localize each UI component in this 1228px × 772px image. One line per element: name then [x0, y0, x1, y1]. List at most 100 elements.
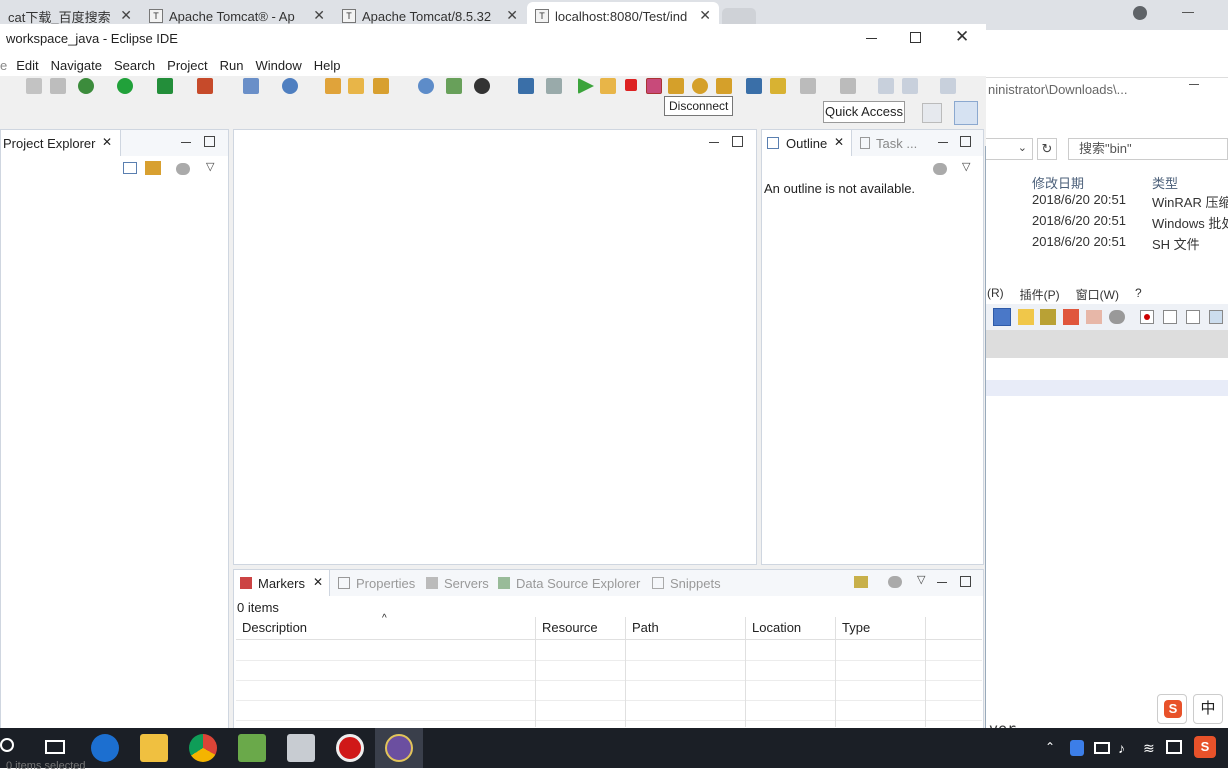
column-type[interactable]: 类型: [1152, 173, 1178, 192]
open-type-icon[interactable]: [325, 78, 341, 94]
use-step-filters-icon[interactable]: [770, 78, 786, 94]
tab-properties[interactable]: Properties: [338, 570, 420, 596]
refresh-icon[interactable]: ↻: [1037, 138, 1057, 160]
menu-item[interactable]: 窗口(W): [1076, 286, 1119, 306]
minimize-icon[interactable]: [938, 142, 948, 143]
maximize-icon[interactable]: [204, 136, 215, 147]
search-icon[interactable]: [0, 738, 14, 752]
eclipse-taskbar-button[interactable]: [375, 728, 423, 768]
new-server-icon[interactable]: [243, 78, 259, 94]
disconnect-icon[interactable]: [646, 78, 662, 94]
recorder-icon[interactable]: [336, 734, 364, 762]
address-dropdown[interactable]: ⌄: [985, 138, 1033, 160]
step-return-icon[interactable]: [716, 78, 732, 94]
chevron-up-icon[interactable]: ⌃: [1045, 740, 1055, 754]
tab-servers[interactable]: Servers: [426, 570, 496, 596]
menu-search[interactable]: Search: [108, 58, 161, 73]
volume-icon[interactable]: ♪: [1118, 740, 1125, 756]
menu-navigate[interactable]: Navigate: [45, 58, 108, 73]
toolbar-icon[interactable]: [1109, 310, 1125, 324]
menu-run[interactable]: Run: [214, 58, 250, 73]
java-ee-perspective-icon[interactable]: [954, 101, 978, 125]
focus-icon[interactable]: [176, 163, 190, 175]
menu-item[interactable]: (R): [987, 286, 1004, 306]
menu-window[interactable]: Window: [249, 58, 307, 73]
save-all-icon[interactable]: [50, 78, 66, 94]
quick-access-input[interactable]: Quick Access: [823, 101, 905, 123]
back-icon[interactable]: [902, 78, 918, 94]
maximize-icon[interactable]: [960, 136, 971, 147]
search-icon[interactable]: [373, 78, 389, 94]
play-icon[interactable]: [1186, 310, 1200, 324]
column-path[interactable]: Path: [626, 617, 746, 639]
tab-snippets[interactable]: Snippets: [652, 570, 722, 596]
edge-icon[interactable]: [91, 734, 119, 762]
collapse-all-icon[interactable]: [123, 162, 137, 174]
file-explorer-icon[interactable]: [140, 734, 168, 762]
globe-icon[interactable]: [418, 78, 434, 94]
explorer-search-input[interactable]: 搜索"bin": [1068, 138, 1228, 160]
tab-markers[interactable]: Markers ✕: [234, 570, 330, 596]
maximize-icon[interactable]: [910, 32, 921, 43]
open-perspective-icon[interactable]: [922, 103, 942, 123]
close-icon[interactable]: ✕: [699, 7, 711, 24]
menu-project[interactable]: Project: [161, 58, 213, 73]
focus-icon[interactable]: [888, 576, 902, 588]
close-icon[interactable]: ✕: [120, 7, 132, 24]
ime-mode-button[interactable]: 中: [1193, 694, 1223, 724]
menu-file-stub[interactable]: e: [0, 58, 10, 73]
toolbar-icon[interactable]: [993, 308, 1011, 326]
drop-to-frame-icon[interactable]: [746, 78, 762, 94]
previous-annotation-icon[interactable]: [840, 78, 856, 94]
wifi-icon[interactable]: ≋: [1143, 740, 1155, 757]
minimize-icon[interactable]: [937, 582, 947, 583]
next-annotation-icon[interactable]: [800, 78, 816, 94]
task-view-icon[interactable]: [45, 740, 65, 754]
maximize-icon[interactable]: [732, 136, 743, 147]
menu-item[interactable]: 插件(P): [1020, 286, 1060, 306]
next-icon[interactable]: [1209, 310, 1223, 324]
minimize-icon[interactable]: [1189, 84, 1199, 85]
external-tools-icon[interactable]: [197, 78, 213, 94]
record-icon[interactable]: [1140, 310, 1154, 324]
explorer-path[interactable]: ninistrator\Downloads\...: [988, 82, 1127, 97]
minimize-icon[interactable]: [181, 142, 191, 143]
debug-icon[interactable]: [78, 78, 94, 94]
new-class-icon[interactable]: [282, 78, 298, 94]
column-type[interactable]: Type: [836, 617, 926, 639]
resource-monitor-icon[interactable]: [287, 734, 315, 762]
close-icon[interactable]: ✕: [313, 7, 325, 24]
menu-help[interactable]: Help: [308, 58, 347, 73]
maximize-icon[interactable]: [960, 576, 971, 587]
resume-icon[interactable]: [578, 78, 594, 94]
stop-icon[interactable]: [1163, 310, 1177, 324]
terminate-icon[interactable]: [625, 79, 637, 91]
sogou-tray-icon[interactable]: S: [1194, 736, 1216, 758]
skip-breakpoints-icon[interactable]: [546, 78, 562, 94]
close-icon[interactable]: ✕: [506, 7, 518, 24]
run-icon[interactable]: [117, 78, 133, 94]
close-icon[interactable]: ✕: [102, 135, 112, 149]
minimize-icon[interactable]: [866, 38, 877, 39]
open-folder-icon[interactable]: [348, 78, 364, 94]
close-icon[interactable]: ✕: [955, 27, 969, 47]
console-icon[interactable]: [518, 78, 534, 94]
column-resource[interactable]: Resource: [536, 617, 626, 639]
refresh-server-icon[interactable]: [446, 78, 462, 94]
close-icon[interactable]: ✕: [834, 135, 844, 149]
toolbar-icon[interactable]: [1063, 309, 1079, 325]
link-editor-icon[interactable]: [145, 161, 161, 175]
suspend-icon[interactable]: [600, 78, 616, 94]
column-date[interactable]: 修改日期: [1032, 173, 1084, 192]
tab-outline[interactable]: Outline ✕: [762, 130, 852, 156]
minimize-icon[interactable]: [1182, 12, 1194, 13]
tab-task-list[interactable]: Task ...: [858, 130, 918, 156]
last-edit-icon[interactable]: [878, 78, 894, 94]
menu-item[interactable]: ?: [1135, 286, 1142, 306]
step-into-icon[interactable]: [668, 78, 684, 94]
save-icon[interactable]: [26, 78, 42, 94]
tab-data-source-explorer[interactable]: Data Source Explorer: [498, 570, 648, 596]
shield-icon[interactable]: [1070, 740, 1084, 756]
view-menu-icon[interactable]: ▽: [206, 160, 214, 173]
toolbar-icon[interactable]: [1040, 309, 1056, 325]
